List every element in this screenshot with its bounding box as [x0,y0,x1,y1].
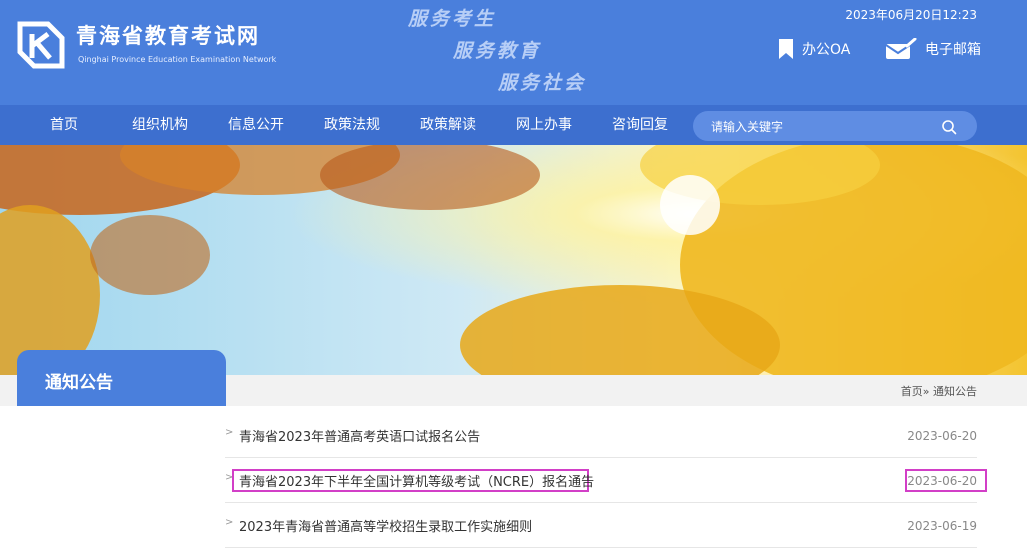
breadcrumb-separator: » [922,385,930,398]
bookmark-icon [779,39,793,59]
oa-label: 办公OA [802,42,851,58]
nav-item-organization[interactable]: 组织机构 [132,105,188,145]
notice-title-link[interactable]: 2023年青海省普通高等学校招生录取工作实施细则 [239,516,532,535]
oa-link[interactable]: 办公OA [778,38,850,60]
notice-date: 2023-06-20 [907,429,977,443]
notice-list: > 青海省2023年普通高考英语口试报名公告 2023-06-20 > 青海省2… [225,413,987,548]
nav-item-home[interactable]: 首页 [50,105,78,145]
chevron-right-icon: > [225,427,234,438]
breadcrumb-home-link[interactable]: 首页 [901,385,923,398]
nav-item-consultation[interactable]: 咨询回复 [612,105,668,145]
site-title: 青海省教育考试网 [76,24,260,48]
notice-title-link[interactable]: 青海省2023年普通高考英语口试报名公告 [239,426,480,445]
slogan-2: 服务教育 [453,40,542,62]
search-input[interactable] [709,111,933,143]
slogan-3: 服务社会 [498,72,587,94]
notice-row: > 青海省2023年普通高考英语口试报名公告 2023-06-20 [225,413,977,458]
nav-item-info-disclosure[interactable]: 信息公开 [228,105,284,145]
site-header: 青海省教育考试网 Qinghai Province Education Exam… [0,0,1027,105]
notice-date: 2023-06-19 [907,519,977,533]
search-box [693,111,977,143]
nav-item-policy-interpretation[interactable]: 政策解读 [420,105,476,145]
autumn-banner-image [0,145,1027,375]
breadcrumb-current: 通知公告 [933,385,977,398]
mail-icon [885,38,917,59]
notice-row: > 青海省2023年下半年全国计算机等级考试（NCRE）报名通告 2023-06… [225,458,987,503]
site-subtitle: Qinghai Province Education Examination N… [78,55,277,64]
email-link[interactable]: 电子邮箱 [885,38,981,60]
email-label: 电子邮箱 [925,42,981,58]
breadcrumb: 首页» 通知公告 [901,383,977,399]
main-nav: 首页 组织机构 信息公开 政策法规 政策解读 网上办事 咨询回复 [0,105,1027,145]
notice-title-link[interactable]: 青海省2023年下半年全国计算机等级考试（NCRE）报名通告 [239,471,594,490]
current-datetime: 2023年06月20日12:23 [845,8,977,22]
notice-row: > 2023年青海省普通高等学校招生录取工作实施细则 2023-06-19 [225,503,977,548]
section-title: 通知公告 [45,373,113,393]
slogan-1: 服务考生 [408,8,497,30]
search-icon[interactable] [941,119,957,135]
section-tab: 通知公告 [17,350,226,406]
notice-date: 2023-06-20 [907,474,977,488]
chevron-right-icon: > [225,517,234,528]
nav-item-online-services[interactable]: 网上办事 [516,105,572,145]
nav-item-policies[interactable]: 政策法规 [324,105,380,145]
site-logo-icon[interactable] [16,20,66,70]
